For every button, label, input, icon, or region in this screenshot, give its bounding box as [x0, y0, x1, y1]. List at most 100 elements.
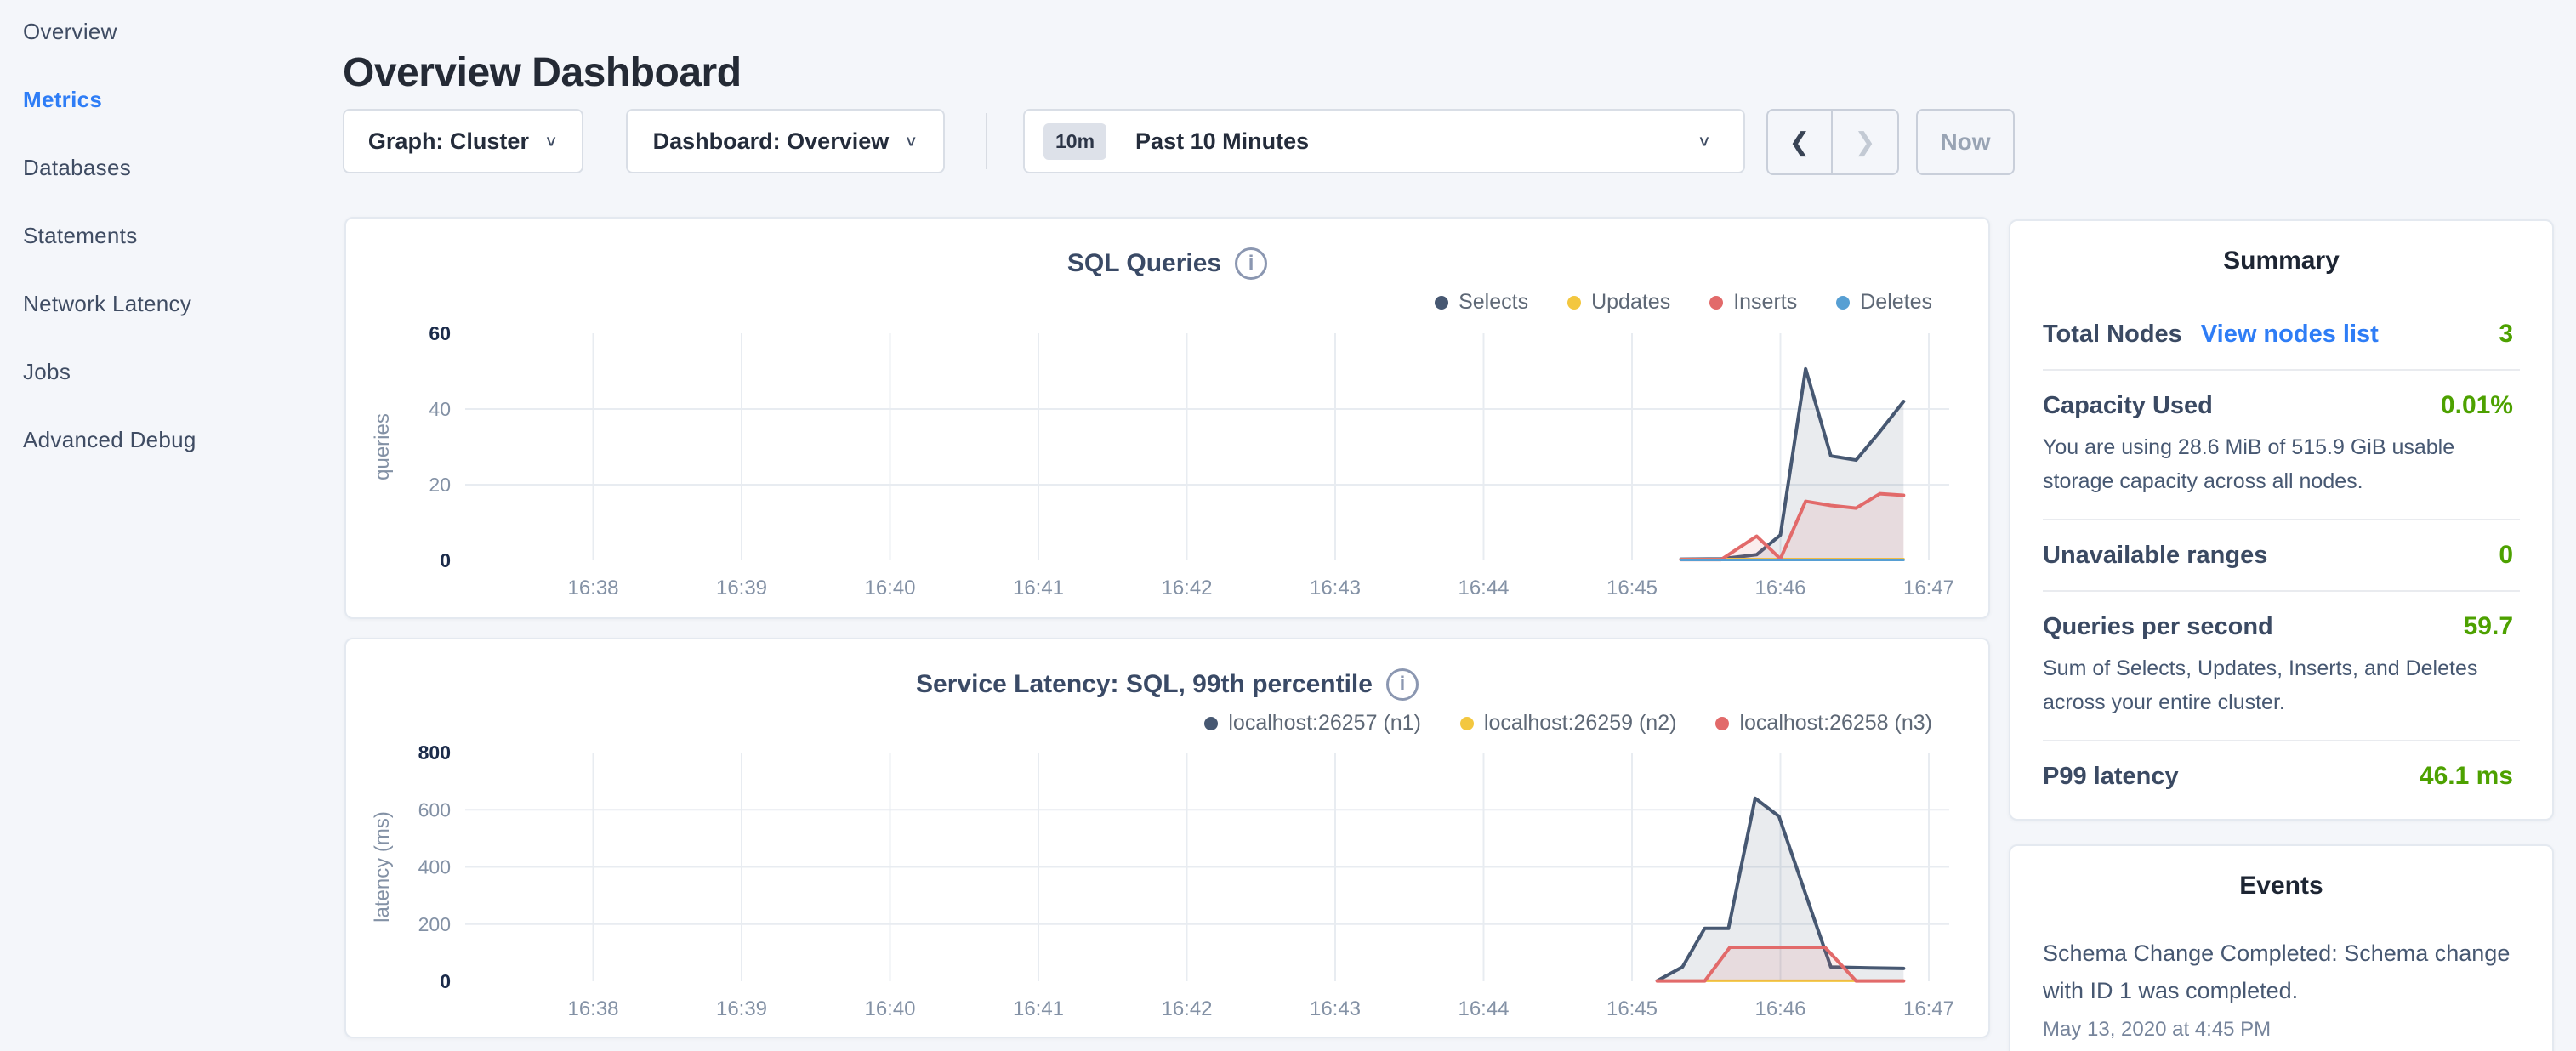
time-range-dropdown[interactable]: 10m Past 10 Minutes ∨ [1023, 109, 1745, 173]
time-pager: ❮ ❯ [1766, 109, 1899, 175]
legend-item[interactable]: Updates [1567, 290, 1670, 315]
svg-text:latency (ms): latency (ms) [371, 811, 394, 923]
summary-row-label: Unavailable ranges [2043, 542, 2267, 570]
svg-text:16:45: 16:45 [1606, 577, 1658, 599]
chevron-left-icon: ❮ [1788, 128, 1810, 157]
legend-dot-icon [1709, 296, 1723, 310]
svg-text:0: 0 [440, 549, 451, 571]
svg-text:60: 60 [429, 322, 451, 344]
svg-text:16:43: 16:43 [1310, 997, 1361, 1020]
summary-row-label: Queries per second [2043, 613, 2273, 641]
summary-row-total-nodes: Total Nodes View nodes list 3 [2043, 299, 2520, 369]
chevron-down-icon: ∨ [544, 133, 558, 151]
sidebar-nav: Overview Metrics Databases Statements Ne… [23, 0, 312, 452]
legend-item[interactable]: Selects [1435, 290, 1528, 315]
legend-label: Selects [1459, 290, 1528, 315]
svg-text:16:39: 16:39 [716, 577, 767, 599]
service-latency-chart-card: 16:3816:3916:4016:4116:4216:4316:4416:45… [344, 638, 1990, 1038]
graph-scope-dropdown[interactable]: Graph: Cluster ∨ [343, 109, 583, 173]
sidebar-item-jobs[interactable]: Jobs [23, 361, 312, 383]
svg-text:16:39: 16:39 [716, 997, 767, 1020]
view-nodes-list-link[interactable]: View nodes list [2201, 321, 2379, 349]
sidebar-item-metrics[interactable]: Metrics [23, 88, 312, 111]
svg-text:16:43: 16:43 [1310, 577, 1361, 599]
legend-item[interactable]: localhost:26257 (n1) [1204, 711, 1421, 736]
svg-text:40: 40 [429, 398, 451, 420]
chart-title: Service Latency: SQL, 99th percentile [916, 670, 1373, 699]
chevron-right-icon: ❯ [1854, 128, 1875, 157]
chart-legend: Selects Updates Inserts Deletes [1435, 290, 1932, 315]
summary-row-value: 59.7 [2464, 612, 2520, 641]
svg-text:16:46: 16:46 [1754, 997, 1805, 1020]
sidebar-item-overview[interactable]: Overview [23, 20, 312, 43]
summary-row-value: 0.01% [2441, 391, 2520, 420]
page-title: Overview Dashboard [343, 49, 742, 96]
legend-item[interactable]: Deletes [1836, 290, 1932, 315]
legend-item[interactable]: localhost:26258 (n3) [1715, 711, 1932, 736]
svg-text:200: 200 [418, 913, 451, 935]
info-icon[interactable]: i [1235, 247, 1267, 280]
event-list-item[interactable]: Schema Change Completed: Schema change w… [2043, 935, 2520, 1042]
summary-row-value: 46.1 ms [2420, 762, 2520, 791]
chart-title: SQL Queries [1067, 249, 1221, 278]
legend-item[interactable]: Inserts [1709, 290, 1797, 315]
time-next-button[interactable]: ❯ [1833, 109, 1899, 175]
legend-label: Deletes [1860, 290, 1932, 315]
info-icon[interactable]: i [1386, 668, 1419, 701]
svg-text:16:42: 16:42 [1161, 997, 1212, 1020]
chevron-down-icon: ∨ [904, 133, 918, 151]
svg-text:16:38: 16:38 [567, 577, 618, 599]
svg-text:600: 600 [418, 798, 451, 821]
now-button[interactable]: Now [1916, 109, 2015, 175]
summary-row-subtext: You are using 28.6 MiB of 515.9 GiB usab… [2043, 430, 2520, 498]
svg-text:16:40: 16:40 [864, 577, 915, 599]
legend-dot-icon [1435, 296, 1448, 310]
event-text: Schema Change Completed: Schema change w… [2043, 935, 2520, 1009]
legend-dot-icon [1204, 717, 1218, 730]
svg-text:queries: queries [371, 413, 394, 480]
svg-text:16:47: 16:47 [1903, 577, 1954, 599]
svg-text:16:44: 16:44 [1458, 577, 1509, 599]
svg-text:16:45: 16:45 [1606, 997, 1658, 1020]
svg-text:16:38: 16:38 [567, 997, 618, 1020]
summary-title: Summary [2010, 247, 2552, 276]
summary-row-value: 0 [2499, 541, 2520, 570]
dashboard-dropdown-label: Dashboard: Overview [653, 128, 890, 155]
svg-text:16:46: 16:46 [1754, 577, 1805, 599]
legend-dot-icon [1567, 296, 1581, 310]
legend-dot-icon [1836, 296, 1850, 310]
summary-row-p99-latency: P99 latency 46.1 ms [2043, 740, 2520, 811]
graph-scope-dropdown-label: Graph: Cluster [368, 128, 529, 155]
summary-row-label: Total Nodes [2043, 321, 2182, 349]
summary-row-queries-per-second: Queries per second 59.7 Sum of Selects, … [2043, 590, 2520, 740]
svg-text:16:47: 16:47 [1903, 997, 1954, 1020]
sidebar-item-statements[interactable]: Statements [23, 224, 312, 247]
summary-row-value: 3 [2499, 320, 2520, 349]
sidebar-item-advanced-debug[interactable]: Advanced Debug [23, 429, 312, 452]
svg-text:16:41: 16:41 [1013, 997, 1064, 1020]
event-timestamp: May 13, 2020 at 4:45 PM [2043, 1018, 2520, 1042]
chevron-down-icon: ∨ [1697, 133, 1711, 151]
legend-item[interactable]: localhost:26259 (n2) [1460, 711, 1677, 736]
toolbar-divider [986, 113, 987, 169]
sql-queries-chart-card: 16:38 16:39 16:40 16:41 16:42 16:43 16:44 16:45… [344, 217, 1990, 619]
legend-label: Updates [1591, 290, 1670, 315]
svg-text:20: 20 [429, 474, 451, 496]
time-range-badge: 10m [1043, 123, 1106, 160]
sidebar-item-network-latency[interactable]: Network Latency [23, 293, 312, 315]
legend-label: Inserts [1733, 290, 1797, 315]
time-prev-button[interactable]: ❮ [1766, 109, 1833, 175]
svg-text:400: 400 [418, 856, 451, 878]
svg-text:800: 800 [418, 741, 451, 764]
legend-dot-icon [1460, 717, 1474, 730]
svg-text:0: 0 [440, 970, 451, 992]
summary-row-subtext: Sum of Selects, Updates, Inserts, and De… [2043, 651, 2520, 719]
sidebar-item-databases[interactable]: Databases [23, 156, 312, 179]
summary-panel: Summary Total Nodes View nodes list 3 Ca… [2009, 219, 2554, 821]
svg-text:16:42: 16:42 [1161, 577, 1212, 599]
svg-text:16:41: 16:41 [1013, 577, 1064, 599]
svg-text:16:40: 16:40 [864, 997, 915, 1020]
legend-label: localhost:26257 (n1) [1228, 711, 1421, 736]
legend-label: localhost:26259 (n2) [1484, 711, 1677, 736]
dashboard-dropdown[interactable]: Dashboard: Overview ∨ [626, 109, 945, 173]
